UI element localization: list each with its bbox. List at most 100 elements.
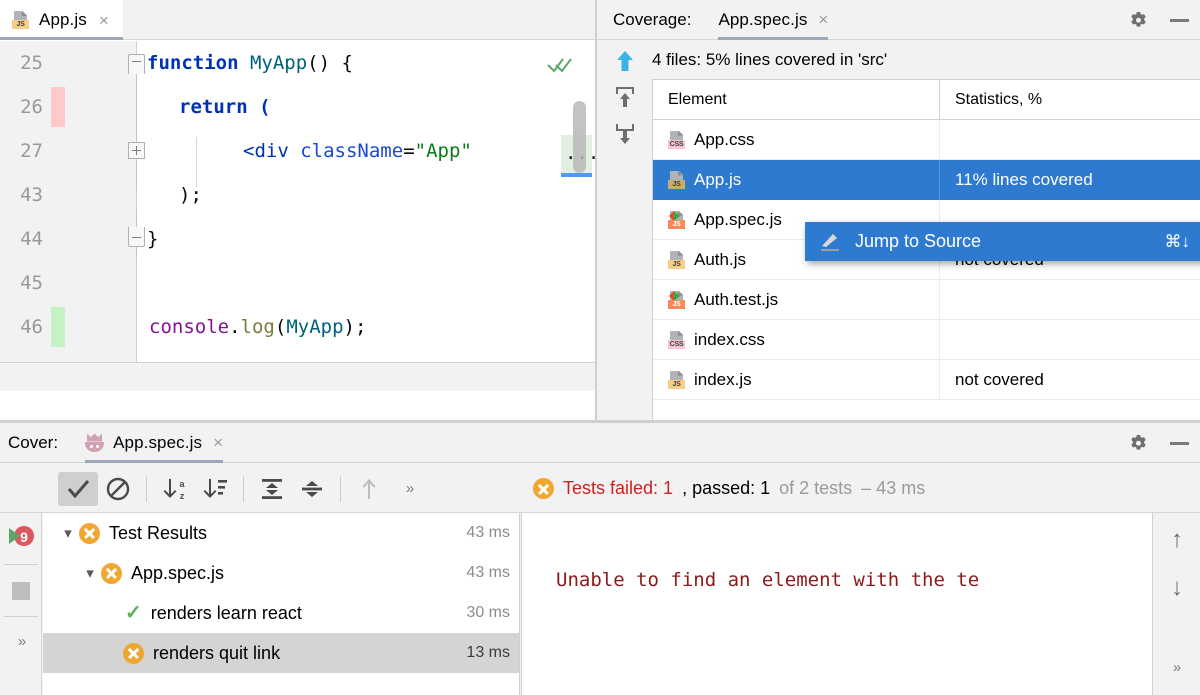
error-more-icon[interactable]: » — [1166, 655, 1188, 681]
tree-row-duration: 43 ms — [466, 524, 510, 541]
coverage-row-stats: not covered — [955, 369, 1044, 389]
column-header-element[interactable]: Element — [653, 80, 940, 119]
js-file-icon: JS — [668, 250, 686, 269]
tab-active-underline — [85, 459, 223, 463]
jsx-open-bracket: < — [243, 140, 255, 162]
status-failed-icon — [101, 562, 122, 584]
tab-active-underline — [718, 36, 829, 40]
js-test-file-icon: JS — [668, 290, 686, 309]
pencil-icon — [821, 233, 839, 251]
show-passed-button[interactable] — [58, 471, 98, 506]
fold-collapse-icon[interactable] — [128, 54, 145, 74]
context-menu-jump-to-source[interactable]: Jump to Source ⌘↓ — [805, 222, 1200, 261]
sort-by-duration-button[interactable] — [195, 472, 235, 506]
coverage-row-index-css[interactable]: CSS index.css — [653, 319, 1200, 360]
bottom-tab-app-spec-js[interactable]: App.spec.js × — [85, 423, 223, 463]
gear-icon[interactable] — [1127, 432, 1149, 454]
jsx-attr: className — [300, 140, 404, 162]
column-header-statistics[interactable]: Statistics, % — [940, 80, 1200, 119]
error-nav-toolbar: ↑ ↓ » — [1153, 513, 1200, 695]
coverage-tab-app-spec-js[interactable]: App.spec.js × — [718, 0, 829, 40]
tree-row-renders-quit-link[interactable]: renders quit link 13 ms — [43, 633, 519, 673]
coverage-panel: Coverage: App.spec.js × 4 files: 5% line… — [597, 0, 1200, 420]
close-icon[interactable]: × — [96, 12, 109, 29]
stop-icon[interactable] — [4, 574, 38, 608]
fold-collapse-end-icon[interactable] — [128, 227, 145, 247]
coverage-panel-actions — [1127, 0, 1190, 40]
import-down-icon[interactable] — [614, 122, 636, 144]
tree-row-label: Test Results — [109, 522, 208, 543]
coverage-row-app-css[interactable]: CSS App.css — [653, 119, 1200, 160]
export-up-icon[interactable] — [614, 86, 636, 108]
editor-gutter[interactable]: 25 26 27 43 44 45 46 — [0, 41, 145, 391]
toolbar-more-button[interactable]: » — [389, 472, 429, 506]
scroll-up-icon[interactable]: ↑ — [1166, 527, 1188, 553]
coverage-stripe-covered[interactable] — [51, 307, 65, 347]
minimize-icon[interactable] — [1168, 9, 1190, 31]
more-actions-icon[interactable]: » — [4, 624, 38, 658]
gear-icon[interactable] — [1127, 9, 1149, 31]
coverage-row-name: Auth.js — [694, 249, 746, 269]
code-line-25: function MyApp() { — [138, 41, 595, 85]
fold-region-line — [136, 69, 137, 191]
gutter-row: 25 — [0, 41, 145, 85]
keyword-return: return ( — [179, 96, 271, 118]
editor-tabbar: JS App.js × — [0, 0, 595, 40]
js-file-icon: JS — [668, 170, 686, 189]
coverage-row-index-js[interactable]: JS index.js not covered — [653, 359, 1200, 400]
fold-expand-icon[interactable] — [128, 142, 145, 159]
test-results-tree[interactable]: ▾ Test Results 43 ms ▾ App.spec.js 43 ms… — [43, 513, 520, 695]
scroll-down-icon[interactable]: ↓ — [1166, 575, 1188, 601]
collapse-all-button[interactable] — [292, 472, 332, 506]
editor-tab-app-js[interactable]: JS App.js × — [0, 0, 123, 40]
tree-row-duration: 30 ms — [466, 604, 510, 621]
chevron-down-icon[interactable]: ▾ — [57, 524, 79, 542]
coverage-row-name: index.js — [694, 369, 752, 389]
code-text[interactable]: function MyApp() { return ( <div classNa… — [138, 41, 595, 391]
code-punct: () { — [307, 52, 353, 74]
test-status-line: Tests failed: 1 , passed: 1 of 2 tests – … — [533, 464, 925, 513]
line-number: 46 — [20, 316, 43, 338]
bottom-panel: Cover: App.spec.js × 9 » a z » Tests fai… — [0, 423, 1200, 695]
js-file-icon: JS — [12, 11, 30, 29]
bottom-tab-label: App.spec.js — [113, 432, 203, 452]
tree-row-app-spec-js[interactable]: ▾ App.spec.js 43 ms — [43, 553, 519, 593]
coverage-tabbar: Coverage: App.spec.js × — [597, 0, 1200, 40]
chevron-down-icon[interactable]: ▾ — [79, 564, 101, 582]
coverage-row-app-js[interactable]: JS App.js 11% lines covered — [653, 159, 1200, 200]
tree-row-duration: 43 ms — [466, 564, 510, 581]
coverage-row-auth-test-js[interactable]: JS Auth.test.js — [653, 279, 1200, 320]
previous-failed-test-button[interactable] — [349, 472, 389, 506]
gutter-row: 44 — [0, 217, 145, 261]
editor-vertical-scrollbar[interactable] — [573, 101, 586, 173]
tree-row-label: renders learn react — [150, 602, 302, 623]
coverage-stripe-uncovered[interactable] — [51, 87, 65, 127]
status-failed-icon — [79, 522, 100, 544]
rerun-failed-tests-icon[interactable]: 9 — [4, 520, 38, 554]
tree-row-test-results[interactable]: ▾ Test Results 43 ms — [43, 513, 519, 553]
code-line-26: return ( — [138, 85, 595, 129]
minimize-icon[interactable] — [1168, 432, 1190, 454]
context-menu-shortcut: ⌘↓ — [1164, 231, 1191, 251]
test-error-output[interactable]: Unable to find an element with the te — [521, 513, 1153, 695]
expand-all-button[interactable] — [252, 472, 292, 506]
css-file-icon: CSS — [668, 130, 686, 149]
tree-row-renders-learn-react[interactable]: ✓ renders learn react 30 ms — [43, 593, 519, 633]
jsx-eq: = — [403, 140, 415, 162]
coverage-table-header: Element Statistics, % — [653, 80, 1200, 120]
sort-alphabetically-button[interactable]: a z — [155, 472, 195, 506]
inspection-ok-icon[interactable] — [547, 55, 573, 75]
code-punct: } — [147, 228, 159, 250]
fold-underline — [561, 173, 592, 177]
gutter-row: 26 — [0, 85, 136, 129]
svg-text:z: z — [180, 491, 185, 501]
close-icon[interactable]: × — [210, 434, 223, 451]
up-arrow-blue-icon[interactable] — [614, 50, 636, 72]
hide-ignored-button[interactable] — [98, 472, 138, 506]
close-icon[interactable]: × — [815, 11, 828, 28]
code-line-43: ); — [138, 173, 595, 217]
code-area[interactable]: 25 26 27 43 44 45 46 function MyApp() {… — [0, 41, 599, 391]
code-punct: ); — [179, 184, 202, 206]
context-menu-label: Jump to Source — [855, 231, 982, 251]
